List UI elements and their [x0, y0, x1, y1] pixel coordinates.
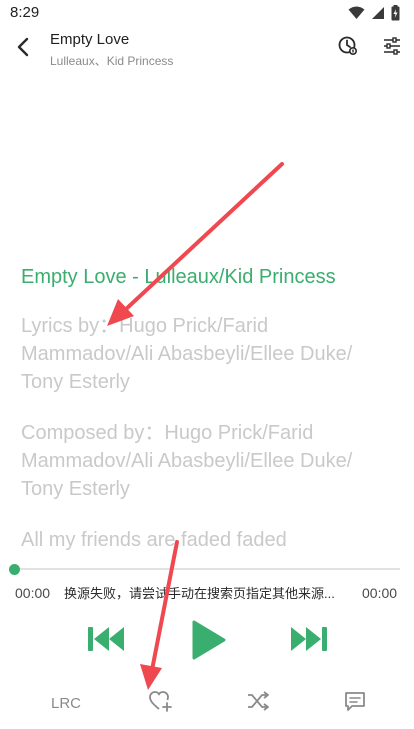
- lyric-line: All my friends are faded faded: [21, 529, 287, 551]
- shuffle-icon: [245, 690, 271, 717]
- previous-button[interactable]: [84, 621, 128, 661]
- lyric-line: Tony Esterly: [21, 371, 130, 393]
- heart-add-icon: [148, 689, 174, 718]
- progress-bar[interactable]: [14, 568, 400, 570]
- skip-previous-icon: [85, 624, 127, 659]
- back-button[interactable]: [8, 34, 38, 64]
- song-artist: Lulleaux、Kid Princess: [50, 54, 174, 68]
- status-bar: 8:29: [0, 0, 414, 26]
- signal-icon: [371, 6, 385, 25]
- equalizer-button[interactable]: [378, 34, 406, 62]
- current-time: 00:00: [15, 585, 51, 601]
- lyric-line: Lyrics by：Hugo Prick/Farid: [21, 315, 269, 337]
- play-button[interactable]: [184, 617, 232, 667]
- add-favorite-button[interactable]: [146, 689, 176, 717]
- equalizer-icon: [382, 36, 402, 60]
- lrc-button[interactable]: LRC: [48, 690, 84, 716]
- status-icons: [348, 5, 400, 26]
- next-button[interactable]: [287, 621, 331, 661]
- progress-thumb[interactable]: [9, 564, 20, 575]
- sleep-timer-button[interactable]: [334, 34, 362, 62]
- playback-status-message: 换源失败，请尝试手动在搜索页指定其他来源...: [64, 586, 335, 601]
- shuffle-button[interactable]: [243, 689, 273, 717]
- lyric-line: Mammadov/Ali Abasbeyli/Ellee Duke/: [21, 450, 353, 472]
- lyric-line: Tony Esterly: [21, 478, 130, 500]
- total-time: 00:00: [362, 585, 398, 601]
- song-title: Empty Love: [50, 31, 130, 48]
- wifi-icon: [348, 6, 365, 25]
- battery-icon: [391, 5, 400, 26]
- sleep-timer-icon: [337, 35, 359, 62]
- play-icon: [188, 619, 228, 666]
- lyric-line: Composed by：Hugo Prick/Farid: [21, 422, 314, 444]
- lyric-line: Mammadov/Ali Abasbeyli/Ellee Duke/: [21, 343, 353, 365]
- lyrics-panel[interactable]: Empty Love - Lulleaux/Kid Princess Lyric…: [0, 255, 414, 551]
- comment-button[interactable]: [340, 689, 370, 717]
- lyric-line-current: Empty Love - Lulleaux/Kid Princess: [21, 266, 336, 288]
- comment-icon: [343, 690, 367, 717]
- back-arrow-icon: [15, 37, 31, 62]
- annotation-arrow: [140, 540, 179, 690]
- status-time: 8:29: [10, 4, 40, 21]
- skip-next-icon: [288, 624, 330, 659]
